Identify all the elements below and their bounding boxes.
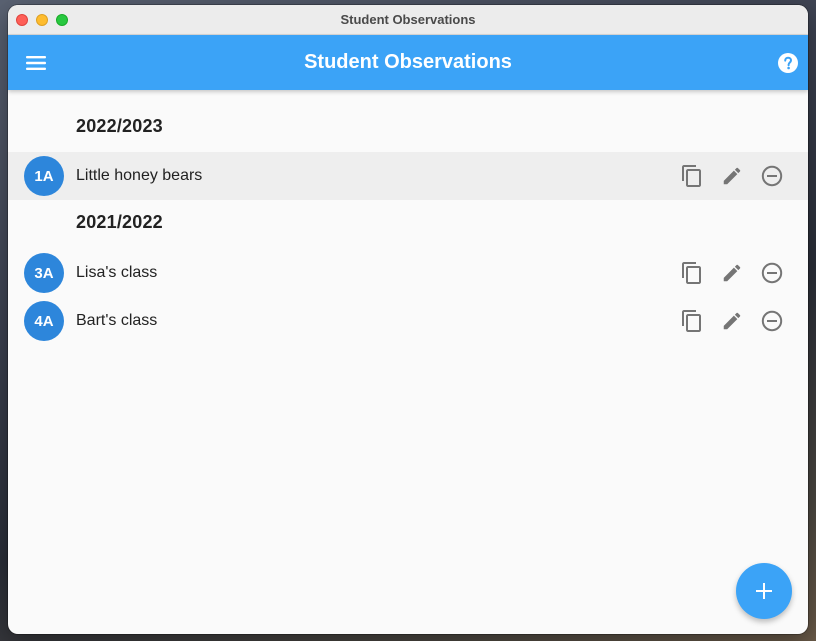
edit-icon xyxy=(723,264,741,282)
app-window: Student Observations Student Observation… xyxy=(8,5,808,634)
remove-icon xyxy=(761,165,783,187)
add-class-button[interactable] xyxy=(736,563,792,619)
remove-icon xyxy=(761,262,783,284)
help-icon xyxy=(778,53,798,73)
copy-icon xyxy=(682,310,701,332)
remove-button[interactable] xyxy=(760,261,784,285)
copy-icon xyxy=(682,165,701,187)
copy-icon xyxy=(682,262,701,284)
class-row[interactable]: 3A Lisa's class xyxy=(8,249,808,297)
add-icon xyxy=(756,583,772,599)
app-bar: Student Observations xyxy=(8,35,808,90)
class-badge: 4A xyxy=(24,301,64,341)
class-badge: 3A xyxy=(24,253,64,293)
copy-button[interactable] xyxy=(680,309,704,333)
class-name: Lisa's class xyxy=(76,264,158,281)
copy-button[interactable] xyxy=(680,261,704,285)
remove-icon xyxy=(761,310,783,332)
section-header-year: 2021/2022 xyxy=(76,212,163,232)
class-badge: 1A xyxy=(24,156,64,196)
edit-button[interactable] xyxy=(720,309,744,333)
section-header-year: 2022/2023 xyxy=(76,116,163,136)
edit-icon xyxy=(723,167,741,185)
remove-button[interactable] xyxy=(760,309,784,333)
help-button[interactable] xyxy=(776,51,800,75)
edit-button[interactable] xyxy=(720,164,744,188)
window-titlebar: Student Observations xyxy=(8,5,808,35)
window-title: Student Observations xyxy=(340,12,476,27)
class-row[interactable]: 4A Bart's class xyxy=(8,297,808,345)
class-row[interactable]: 1A Little honey bears xyxy=(8,152,808,200)
edit-button[interactable] xyxy=(720,261,744,285)
class-list: 2022/2023 1A Little honey bears 2021/202… xyxy=(8,90,808,634)
class-name: Little honey bears xyxy=(76,167,203,184)
edit-icon xyxy=(723,312,741,330)
page-title: Student Observations xyxy=(304,51,512,73)
class-name: Bart's class xyxy=(76,312,158,329)
remove-button[interactable] xyxy=(760,164,784,188)
copy-button[interactable] xyxy=(680,164,704,188)
